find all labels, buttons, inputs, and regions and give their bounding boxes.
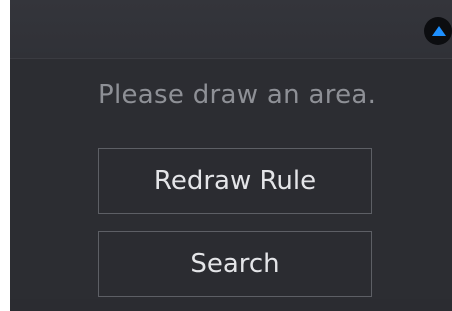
triangle-up-icon	[432, 25, 446, 36]
collapse-toggle-button[interactable]	[424, 17, 452, 45]
panel-header-strip	[10, 0, 452, 59]
rule-panel: Please draw an area. Redraw Rule Search	[10, 0, 452, 311]
draw-area-hint: Please draw an area.	[98, 80, 377, 110]
redraw-rule-button[interactable]: Redraw Rule	[98, 148, 372, 214]
panel-bottom-edge	[10, 299, 452, 311]
search-button[interactable]: Search	[98, 231, 372, 297]
